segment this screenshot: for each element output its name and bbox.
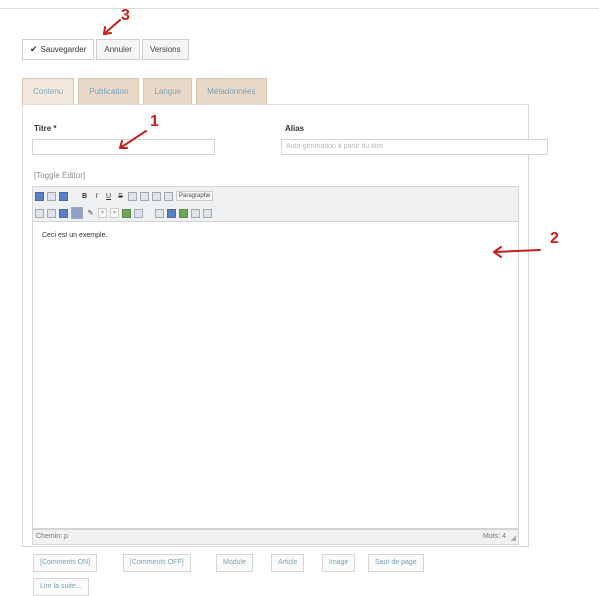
annotation-number-3: 3 [121,7,130,24]
annotation-arrow-3 [103,19,121,35]
annotation-number-1: 1 [150,113,159,130]
annotation-arrow-1 [119,130,147,149]
annotation-arrows [103,19,541,258]
annotation-number-2: 2 [550,230,559,247]
annotation-arrow-2 [493,249,541,253]
